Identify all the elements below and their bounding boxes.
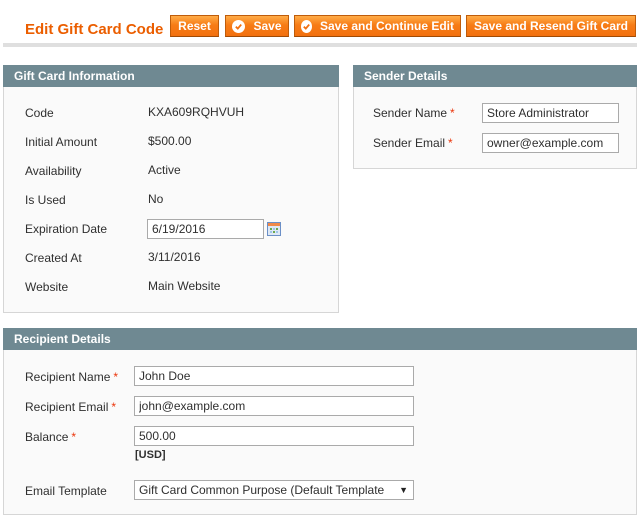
code-value: KXA609RQHVUH [148, 105, 245, 119]
availability-label: Availability [25, 164, 82, 178]
expiration-date-input[interactable] [147, 219, 264, 239]
check-icon [301, 19, 312, 33]
required-marker: * [448, 136, 453, 150]
email-template-select[interactable]: Gift Card Common Purpose (Default Templa… [134, 480, 414, 500]
email-template-label: Email Template [25, 484, 107, 498]
required-marker: * [71, 430, 77, 444]
code-label: Code [25, 106, 54, 120]
balance-input[interactable] [134, 426, 414, 446]
calendar-icon[interactable] [267, 222, 281, 236]
save-and-continue-button-label: Save and Continue Edit [319, 19, 454, 33]
recipient-name-label: Recipient Name * [25, 370, 119, 384]
recipient-details-panel: Recipient Name* Recipient Email* Balance… [3, 350, 637, 515]
recipient-details-title: Recipient Details [14, 332, 111, 346]
save-and-continue-button[interactable]: Save and Continue Edit [294, 15, 461, 37]
sender-name-label: Sender Name * [373, 106, 455, 120]
recipient-email-input[interactable] [134, 396, 414, 416]
save-and-resend-button[interactable]: Save and Resend Gift Card [466, 15, 636, 37]
gift-card-info-title: Gift Card Information [14, 69, 135, 83]
save-button-label: Save [253, 19, 282, 33]
initial-amount-label: Initial Amount [25, 135, 98, 149]
balance-label: Balance * [25, 430, 77, 444]
save-button[interactable]: Save [225, 15, 289, 37]
is-used-value: No [148, 192, 164, 206]
created-at-value: 3/11/2016 [148, 250, 201, 264]
header-divider [3, 43, 637, 47]
sender-details-header: Sender Details [353, 65, 637, 87]
gift-card-info-header: Gift Card Information [3, 65, 339, 87]
sender-email-label: Sender Email * [373, 136, 453, 150]
sender-name-input[interactable] [482, 103, 619, 123]
dropdown-arrow-icon: ▼ [399, 485, 408, 495]
sender-details-panel: Sender Name* Sender Email* [353, 87, 637, 169]
created-at-label: Created At [25, 251, 82, 265]
required-marker: * [113, 370, 119, 384]
required-marker: * [450, 106, 455, 120]
sender-email-input[interactable] [482, 133, 619, 153]
email-template-selected-value: Gift Card Common Purpose (Default Templa… [139, 483, 385, 497]
currency-code: [USD] [135, 449, 166, 461]
reset-button-label: Reset [178, 19, 211, 33]
page-title: Edit Gift Card Code [25, 21, 164, 38]
website-label: Website [25, 280, 69, 294]
expiration-date-label: Expiration Date [25, 222, 108, 236]
recipient-name-input[interactable] [134, 366, 414, 386]
availability-value: Active [148, 163, 181, 177]
reset-button[interactable]: Reset [170, 15, 219, 37]
page-header: Edit Gift Card Code Reset Save Save and … [0, 0, 640, 48]
required-marker: * [111, 400, 117, 414]
sender-details-title: Sender Details [364, 69, 448, 83]
is-used-label: Is Used [25, 193, 66, 207]
check-icon [232, 19, 246, 33]
initial-amount-value: $500.00 [148, 134, 192, 148]
website-value: Main Website [148, 279, 221, 293]
recipient-details-header: Recipient Details [3, 328, 637, 350]
recipient-email-label: Recipient Email * [25, 400, 117, 414]
gift-card-info-panel: Code KXA609RQHVUH Initial Amount $500.00… [3, 87, 339, 313]
save-and-resend-button-label: Save and Resend Gift Card [473, 19, 629, 33]
